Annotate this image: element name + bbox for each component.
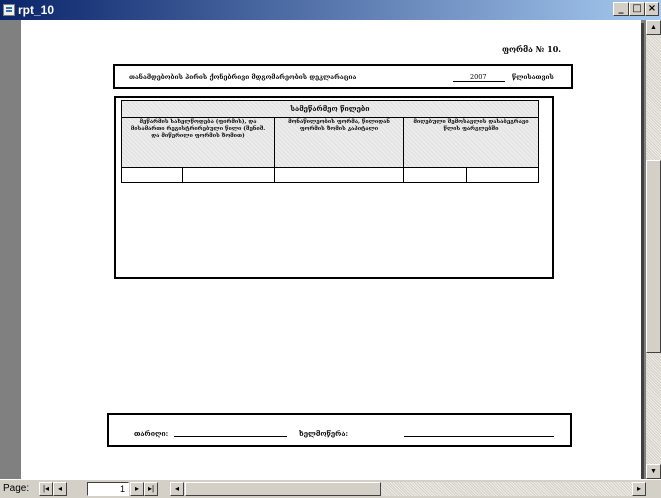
shares-table: სამეწარმეო წილები მეწარმის სახელწოდება (…: [121, 100, 539, 183]
last-page-button[interactable]: ▸|: [144, 482, 158, 496]
horizontal-scroll-thumb[interactable]: [185, 482, 381, 496]
signature-box: თარიღი: ხელმოწერა:: [107, 413, 572, 447]
table-row: [122, 167, 538, 182]
scroll-right-button[interactable]: ▸: [632, 482, 646, 496]
scroll-left-button[interactable]: ◂: [170, 482, 184, 496]
cell-divider: [466, 167, 467, 182]
column-header-participation: მონაწილეობის ფორმა, წილიდან ფორმის ზომის…: [288, 119, 390, 132]
column-header-enterprise: მეწარმის სახელწოდება (ფირმის), და მისამა…: [130, 119, 266, 139]
date-label: თარიღი:: [134, 429, 169, 438]
year-underline: [453, 81, 505, 82]
maximize-button[interactable]: □: [629, 2, 645, 16]
cell-divider: [403, 167, 404, 182]
report-header-box: თანამდებობის პირის ქონებრივი მდგომარეობი…: [113, 64, 573, 89]
navigation-bar: Page: |◂ ◂ 1 ▸ ▸| ◂ ▸: [0, 479, 661, 498]
report-icon: [3, 4, 15, 16]
page-number-input[interactable]: 1: [87, 482, 129, 496]
vertical-scroll-thumb[interactable]: [646, 160, 661, 353]
signature-label: ხელმოწერა:: [299, 429, 349, 438]
date-line: [174, 436, 287, 437]
signature-line: [404, 436, 554, 437]
report-year: 2007: [470, 73, 487, 81]
horizontal-scrollbar[interactable]: ◂ ▸: [170, 482, 646, 496]
scroll-up-button[interactable]: ▲: [646, 20, 661, 35]
window-title: rpt_10: [18, 3, 55, 17]
table-divider: [122, 117, 538, 118]
column-header-income: მიღებული შემოსავლის დასაბეგრავი წლის ფარ…: [413, 119, 529, 132]
year-suffix: წლისათვის: [512, 73, 554, 81]
report-viewport[interactable]: ფორმა № 10. თანამდებობის პირის ქონებრივი…: [0, 20, 646, 479]
next-page-button[interactable]: ▸: [130, 482, 144, 496]
window-titlebar[interactable]: rpt_10 _ □ ×: [0, 0, 661, 20]
cell-divider: [182, 167, 183, 182]
report-page: ფორმა № 10. თანამდებობის პირის ქონებრივი…: [21, 20, 641, 479]
form-number: ფორმა № 10.: [502, 44, 562, 54]
page-label: Page:: [3, 483, 30, 494]
cell-divider: [274, 167, 275, 182]
table-title: სამეწარმეო წილები: [290, 104, 370, 113]
declaration-title: თანამდებობის პირის ქონებრივი მდგომარეობი…: [129, 73, 357, 81]
minimize-button[interactable]: _: [613, 2, 629, 16]
scroll-down-button[interactable]: ▼: [646, 464, 661, 479]
vertical-scrollbar[interactable]: ▲ ▼: [646, 20, 661, 479]
first-page-button[interactable]: |◂: [39, 482, 53, 496]
close-button[interactable]: ×: [645, 2, 659, 16]
previous-page-button[interactable]: ◂: [53, 482, 67, 496]
